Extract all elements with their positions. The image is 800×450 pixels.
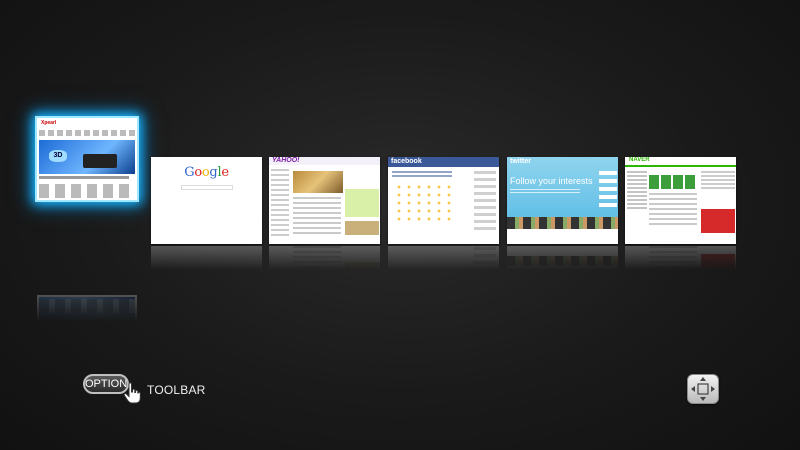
twitter-logo: twitter: [510, 158, 531, 165]
tab-thumbnail-google[interactable]: Google: [151, 157, 262, 244]
banner-3d-text: 3D: [49, 150, 67, 162]
tab-reflection-facebook: [388, 246, 499, 280]
tab-thumbnail-twitter[interactable]: twitter Follow your interests: [507, 157, 618, 244]
tab-thumbnail-facebook[interactable]: facebook: [388, 157, 499, 244]
tab-thumbnail-shop[interactable]: Xpearl 3D: [37, 118, 137, 200]
toolbar-label: TOOLBAR: [147, 383, 206, 397]
tab-reflection-twitter: [507, 246, 618, 280]
hand-pointer-icon: [123, 382, 141, 404]
shop-logo: Xpearl: [41, 120, 57, 126]
shop-banner: 3D: [39, 140, 135, 174]
google-logo: Google: [184, 165, 229, 180]
tab-reflection-yahoo: [269, 246, 380, 280]
twitter-headline: Follow your interests: [510, 176, 593, 186]
yahoo-logo: YAHOO!: [272, 157, 300, 164]
thumbnail-content: Xpearl 3D: [37, 118, 137, 200]
tab-reflection-naver: [625, 246, 736, 280]
tab-thumbnail-naver[interactable]: NAVER: [625, 157, 736, 244]
tab-reflection-google: [151, 246, 262, 280]
tab-thumbnail-yahoo[interactable]: YAHOO!: [269, 157, 380, 244]
move-button[interactable]: [687, 374, 719, 404]
naver-logo: NAVER: [629, 157, 650, 163]
tab-reflection-shop: [37, 295, 137, 333]
facebook-logo: facebook: [391, 158, 422, 165]
google-search-box: [181, 185, 233, 190]
four-arrows-icon: [691, 377, 715, 401]
